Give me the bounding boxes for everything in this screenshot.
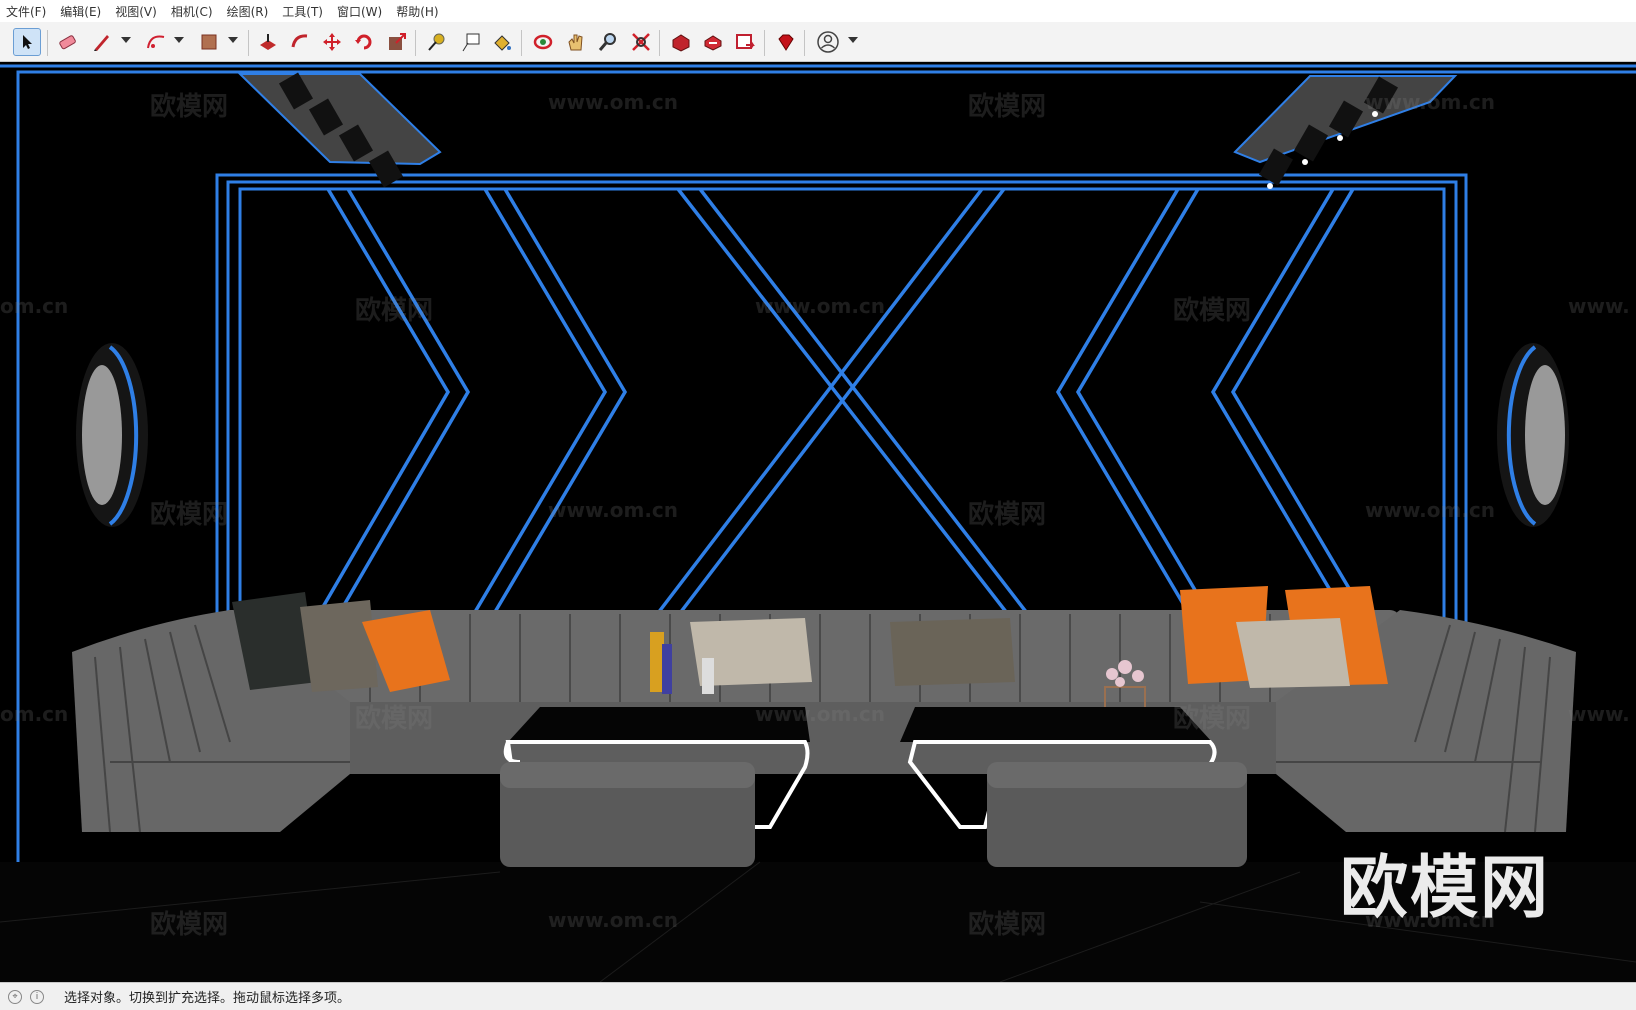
watermark: www.om.cn	[1365, 90, 1496, 114]
zoom-icon	[598, 33, 616, 51]
brand-watermark: 欧模网	[1340, 849, 1551, 928]
toolbar-separator	[659, 30, 660, 56]
credits-info-icon[interactable]: i	[30, 989, 44, 1004]
watermark: 欧模网	[1173, 296, 1252, 326]
layout-icon	[736, 34, 755, 49]
line-dropdown-button[interactable]	[121, 37, 131, 43]
menu-bar: 文件(F) 编辑(E) 视图(V) 相机(C) 绘图(R) 工具(T) 窗口(W…	[0, 0, 1636, 22]
watermark: www.om.cn	[548, 908, 679, 932]
watermark: 欧模网	[968, 910, 1047, 940]
toolbar-separator	[415, 30, 416, 56]
watermark: om.cn	[0, 702, 69, 726]
pan-tool-button[interactable]	[562, 28, 590, 56]
menu-view[interactable]: 视图(V)	[115, 3, 157, 20]
zoom-extents-icon	[632, 33, 650, 51]
scale-tool-button[interactable]	[383, 28, 411, 56]
watermark: 欧模网	[150, 500, 229, 530]
status-text: 选择对象。切换到扩充选择。拖动鼠标选择多项。	[64, 991, 351, 1006]
menu-window[interactable]: 窗口(W)	[337, 3, 382, 20]
menu-file[interactable]: 文件(F)	[6, 3, 46, 20]
watermark: 欧模网	[1173, 704, 1252, 734]
user-account-dropdown-button[interactable]	[848, 37, 858, 43]
watermark: www.om.cn	[548, 498, 679, 522]
move-tool-button[interactable]	[318, 28, 346, 56]
watermark: 欧模网	[150, 910, 229, 940]
toolbar-separator	[804, 30, 805, 56]
pencil-line-icon	[94, 35, 109, 51]
rectangle-dropdown-button[interactable]	[228, 37, 238, 43]
tape-measure-tool-button[interactable]	[423, 28, 451, 56]
3d-warehouse-icon	[672, 34, 690, 52]
watermark: 欧模网	[355, 296, 434, 326]
push-pull-icon	[260, 34, 276, 50]
3d-warehouse-button[interactable]	[667, 28, 695, 56]
toolbar-separator	[521, 30, 522, 56]
watermark: www.	[1568, 294, 1630, 318]
rotate-icon	[355, 34, 372, 50]
menu-draw[interactable]: 绘图(R)	[227, 3, 269, 20]
toolbar-separator	[248, 30, 249, 56]
select-tool-button[interactable]	[13, 28, 41, 56]
right-wall-light	[1497, 343, 1569, 527]
line-tool-button[interactable]	[88, 28, 116, 56]
rotate-tool-button[interactable]	[350, 28, 378, 56]
layout-button[interactable]	[731, 28, 759, 56]
orbit-icon	[533, 34, 553, 50]
follow-me-tool-button[interactable]	[286, 28, 314, 56]
watermark: www.om.cn	[548, 90, 679, 114]
text-tool-button[interactable]	[457, 28, 485, 56]
zoom-extents-tool-button[interactable]	[627, 28, 655, 56]
eraser-tool-button[interactable]	[54, 28, 82, 56]
watermark: www.om.cn	[1365, 498, 1496, 522]
watermark: 欧模网	[355, 704, 434, 734]
push-pull-tool-button[interactable]	[254, 28, 282, 56]
extension-warehouse-button[interactable]	[699, 28, 727, 56]
model-viewport[interactable]: 欧模网 www.om.cn 欧模网 www.om.cn om.cn 欧模网 ww…	[0, 62, 1636, 982]
menu-help[interactable]: 帮助(H)	[396, 3, 438, 20]
extension-warehouse-icon	[704, 35, 722, 51]
ruby-console-icon	[778, 34, 794, 51]
watermark: 欧模网	[968, 92, 1047, 122]
eraser-icon	[59, 35, 76, 50]
select-arrow-icon	[23, 35, 32, 49]
orbit-tool-button[interactable]	[529, 28, 557, 56]
paint-bucket-tool-button[interactable]	[488, 28, 516, 56]
toolbar	[0, 22, 1636, 62]
status-bar: ⌖ i 选择对象。切换到扩充选择。拖动鼠标选择多项。	[0, 982, 1636, 1010]
move-icon	[323, 33, 341, 51]
watermark: www.om.cn	[755, 702, 886, 726]
arc-tool-button[interactable]	[142, 28, 170, 56]
arc-icon	[147, 35, 165, 49]
watermark: 欧模网	[968, 500, 1047, 530]
toolbar-separator	[47, 30, 48, 56]
paint-bucket-icon	[494, 35, 511, 51]
ruby-console-button[interactable]	[772, 28, 800, 56]
menu-edit[interactable]: 编辑(E)	[60, 3, 101, 20]
user-account-button[interactable]	[814, 28, 842, 56]
rectangle-icon	[201, 34, 217, 50]
user-account-icon	[817, 31, 839, 53]
zoom-tool-button[interactable]	[594, 28, 622, 56]
scale-icon	[389, 33, 406, 50]
pan-icon	[568, 34, 583, 51]
watermark: www.om.cn	[755, 294, 886, 318]
text-icon	[462, 33, 480, 52]
menu-tools[interactable]: 工具(T)	[282, 3, 323, 20]
left-wall-light	[76, 343, 148, 527]
watermark: om.cn	[0, 294, 69, 318]
menu-camera[interactable]: 相机(C)	[171, 3, 213, 20]
toolbar-separator	[764, 30, 765, 56]
tape-measure-icon	[428, 33, 445, 51]
watermark: www.	[1568, 702, 1630, 726]
geo-location-icon[interactable]: ⌖	[8, 989, 22, 1004]
rectangle-tool-button[interactable]	[195, 28, 223, 56]
follow-me-icon	[291, 34, 308, 48]
arc-dropdown-button[interactable]	[174, 37, 184, 43]
watermark: 欧模网	[150, 92, 229, 122]
